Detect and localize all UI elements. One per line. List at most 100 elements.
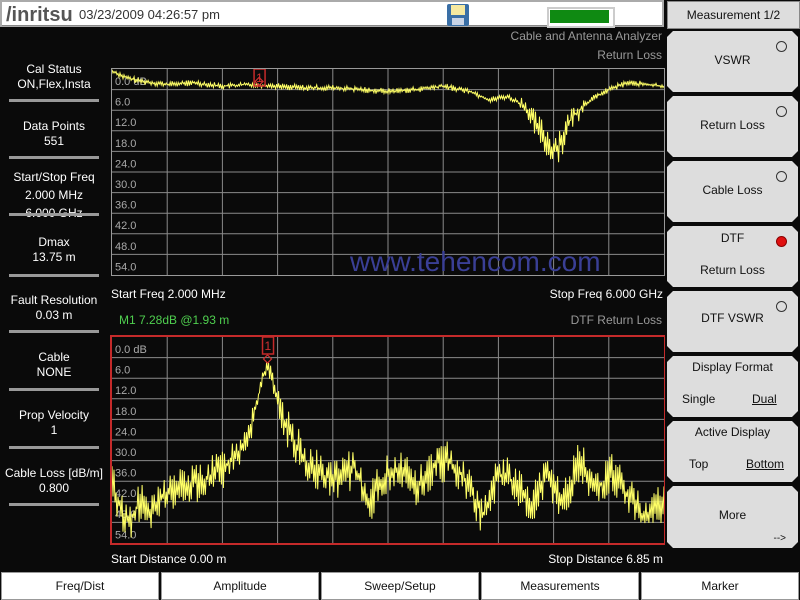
divider: [9, 388, 99, 391]
more-arrow-icon: -->: [773, 533, 786, 544]
return-loss-plot[interactable]: 0.0 dB 6.0 12.0 18.0 24.0 30.0 36.0 42.0 48.0 54.…: [111, 68, 665, 276]
main-menu-bar: Freq/Dist Amplitude Sweep/Setup Measurem…: [0, 572, 800, 600]
radio-indicator-icon: [776, 41, 787, 52]
instrument-title: Cable and Antenna Analyzer: [510, 29, 662, 43]
anritsu-logo: /inritsu: [6, 4, 73, 26]
param-value: 0.03 m: [35, 308, 73, 322]
y-tick-label: 6.0: [115, 365, 130, 377]
divider: [9, 213, 99, 216]
datetime: 03/23/2009 04:26:57 pm: [79, 7, 220, 22]
softkey-active-display[interactable]: Active Display Top Bottom: [667, 421, 798, 482]
disk-shutter: [452, 18, 464, 25]
param-value: ON,Flex,Insta: [17, 77, 91, 91]
y-tick-label: 18.0: [115, 138, 136, 150]
disk-label: [451, 5, 465, 15]
param-label: Cable Loss [dB/m]: [4, 466, 104, 480]
divider: [9, 274, 99, 277]
param-label: Cal Status: [26, 62, 82, 76]
param-value: 551: [43, 134, 65, 148]
start-freq-label: Start Freq 2.000 MHz: [111, 287, 226, 301]
tab-amplitude[interactable]: Amplitude: [161, 572, 319, 600]
y-tick-label: 36.0: [115, 200, 136, 212]
softkey-label: Cable Loss: [702, 183, 763, 197]
param-label: Start/Stop Freq: [13, 170, 95, 184]
softkey-return-loss[interactable]: Return Loss: [667, 96, 798, 157]
softkey-menu-title: Measurement 1/2: [667, 1, 800, 29]
param-start-stop-freq: Start/Stop Freq 2.000 MHz 6.000 GHz: [0, 168, 108, 222]
param-cable-loss: Cable Loss [dB/m] 0.800: [0, 466, 108, 506]
param-label: Prop Velocity: [18, 408, 90, 422]
softkey-panel: Measurement 1/2 VSWR Return Loss Cable L…: [665, 0, 800, 565]
dtf-return-loss-chart: 0.0 dB6.012.018.024.030.036.042.048.054.…: [112, 337, 664, 543]
start-distance-label: Start Distance 0.00 m: [111, 552, 227, 566]
param-dmax: Dmax 13.75 m: [0, 235, 108, 277]
param-fault-resolution: Fault Resolution 0.03 m: [0, 293, 108, 333]
param-label: Fault Resolution: [10, 293, 98, 307]
param-label: Data Points: [22, 119, 86, 133]
softkey-label: Return Loss: [700, 118, 765, 132]
divider: [9, 156, 99, 159]
y-tick-label: 24.0: [115, 158, 136, 170]
y-tick-label: 12.0: [115, 385, 136, 397]
tab-sweep-setup[interactable]: Sweep/Setup: [321, 572, 479, 600]
battery-icon: [547, 7, 615, 28]
softkey-dtf-vswr[interactable]: DTF VSWR: [667, 291, 798, 352]
option-top: Top: [689, 457, 709, 471]
marker-number-label: 1: [265, 339, 272, 353]
radio-indicator-icon: [776, 171, 787, 182]
y-tick-label: 54.0: [115, 261, 136, 273]
softkey-label: Active Display: [694, 425, 771, 439]
softkey-label: More: [718, 508, 747, 522]
softkey-display-format[interactable]: Display Format Single Dual: [667, 356, 798, 417]
softkey-vswr[interactable]: VSWR: [667, 31, 798, 92]
bottom-measurement-title: DTF Return Loss: [570, 313, 662, 327]
param-value: NONE: [36, 365, 72, 379]
y-tick-label: 30.0: [115, 447, 136, 459]
param-value: 1: [50, 423, 58, 437]
param-cable: Cable NONE: [0, 350, 108, 391]
tab-marker[interactable]: Marker: [641, 572, 799, 600]
param-value: 13.75 m: [32, 250, 76, 264]
tab-freq-dist[interactable]: Freq/Dist: [1, 572, 159, 600]
divider: [9, 446, 99, 449]
stop-freq-label: Stop Freq 6.000 GHz: [549, 287, 663, 301]
tab-measurements[interactable]: Measurements: [481, 572, 639, 600]
y-tick-label: 54.0: [115, 529, 136, 541]
y-tick-label: 12.0: [115, 117, 136, 129]
softkey-cable-loss[interactable]: Cable Loss: [667, 161, 798, 222]
softkey-dtf-return-loss[interactable]: DTF Return Loss: [667, 226, 798, 287]
option-single: Single: [682, 392, 716, 406]
param-cal-status: Cal Status ON,Flex,Insta: [0, 62, 108, 102]
marker-number-label: 1: [256, 71, 263, 85]
param-data-points: Data Points 551: [0, 119, 108, 159]
y-tick-label: 24.0: [115, 426, 136, 438]
param-value: 2.000 MHz: [24, 188, 84, 202]
y-tick-label: 0.0 dB: [115, 344, 147, 356]
softkey-more[interactable]: More -->: [667, 486, 798, 548]
y-tick-label: 36.0: [115, 468, 136, 480]
softkey-label: VSWR: [714, 53, 751, 67]
softkey-label-2: Return Loss: [700, 263, 765, 277]
battery-fill: [550, 10, 609, 23]
return-loss-chart: 0.0 dB6.012.018.024.030.036.042.048.054.…: [112, 69, 664, 275]
status-bar-inner: /inritsu 03/23/2009 04:26:57 pm: [2, 2, 662, 28]
marker-diamond-icon: [262, 354, 273, 364]
y-tick-label: 30.0: [115, 179, 136, 191]
divider: [9, 99, 99, 102]
y-tick-label: 48.0: [115, 241, 136, 253]
divider: [9, 503, 99, 506]
dtf-return-loss-plot[interactable]: 0.0 dB 6.0 12.0 18.0 24.0 30.0 36.0 42.0 48.0 54.…: [110, 335, 666, 545]
softkey-label: DTF VSWR: [701, 311, 764, 325]
status-bar: /inritsu 03/23/2009 04:26:57 pm: [0, 0, 664, 28]
softkey-label: Display Format: [692, 360, 773, 374]
option-bottom-selected: Bottom: [746, 457, 785, 471]
param-prop-velocity: Prop Velocity 1: [0, 408, 108, 449]
radio-indicator-icon: [776, 106, 787, 117]
top-measurement-title: Return Loss: [597, 48, 662, 62]
marker-readout: M1 7.28dB @1.93 m: [119, 313, 230, 327]
param-label: Dmax: [38, 235, 70, 249]
divider: [9, 330, 99, 333]
y-tick-label: 42.0: [115, 220, 136, 232]
stop-distance-label: Stop Distance 6.85 m: [548, 552, 663, 566]
y-tick-label: 18.0: [115, 406, 136, 418]
